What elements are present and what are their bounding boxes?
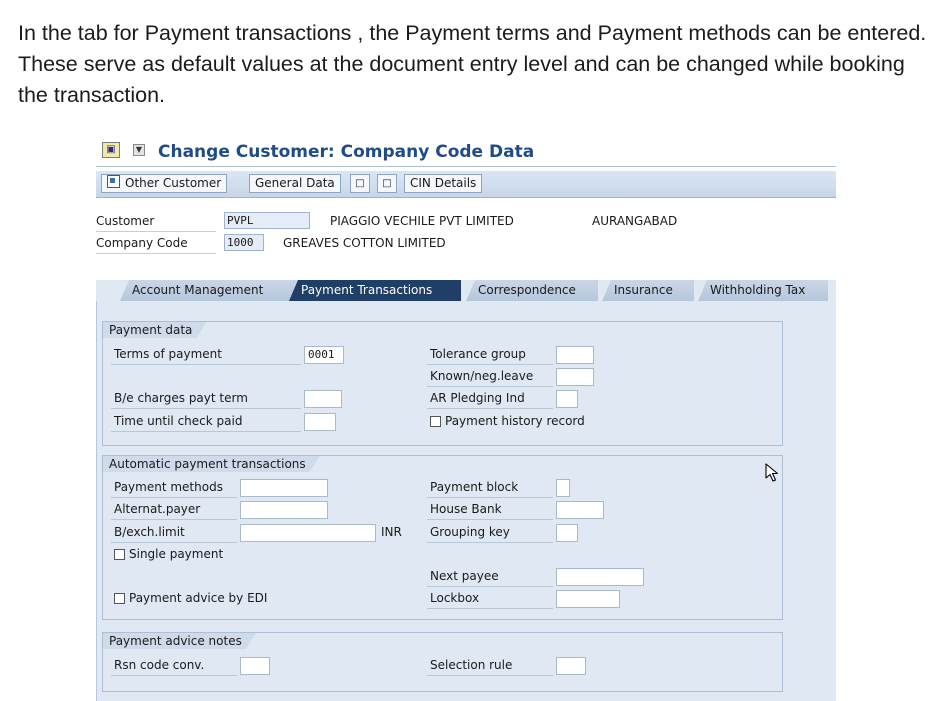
tab-content-payment-transactions: Payment data Terms of payment 0001 Toler… bbox=[96, 301, 836, 701]
company-name: GREAVES COTTON LIMITED bbox=[283, 236, 446, 250]
sap-window: ▣ ▼ Change Customer: Company Code Data O… bbox=[96, 138, 836, 701]
previous-record-icon[interactable]: □ bbox=[350, 174, 370, 193]
other-customer-label: Other Customer bbox=[125, 176, 222, 190]
known-neg-leave-label: Known/neg.leave bbox=[430, 369, 534, 383]
title-divider bbox=[96, 166, 836, 167]
next-payee-label: Next payee bbox=[430, 569, 499, 583]
field-underline bbox=[427, 386, 553, 387]
lockbox-label: Lockbox bbox=[430, 591, 480, 605]
field-underline bbox=[427, 542, 553, 543]
grouping-key-label: Grouping key bbox=[430, 525, 510, 539]
tab-correspondence[interactable]: Correspondence bbox=[466, 280, 598, 301]
menu-dropdown-icon[interactable]: ▼ bbox=[133, 144, 145, 156]
terms-of-payment-label: Terms of payment bbox=[114, 347, 222, 361]
payment-history-label: Payment history record bbox=[445, 414, 585, 428]
automatic-payment-title: Automatic payment transactions bbox=[103, 456, 320, 472]
company-code-field[interactable]: 1000 bbox=[224, 234, 264, 251]
alternat-payer-label: Alternat.payer bbox=[114, 502, 201, 516]
window-title: Change Customer: Company Code Data bbox=[158, 142, 535, 162]
house-bank-field[interactable] bbox=[556, 501, 604, 519]
payment-history-checkbox[interactable] bbox=[430, 416, 441, 427]
house-bank-label: House Bank bbox=[430, 502, 502, 516]
field-underline bbox=[427, 364, 553, 365]
ar-pledging-label: AR Pledging Ind bbox=[430, 391, 525, 405]
be-charges-label: B/e charges payt term bbox=[114, 391, 248, 405]
field-underline bbox=[111, 675, 237, 676]
field-underline bbox=[111, 519, 237, 520]
field-underline bbox=[427, 497, 553, 498]
rsn-code-field[interactable] bbox=[240, 657, 270, 675]
other-customer-button[interactable]: Other Customer bbox=[101, 174, 228, 193]
ar-pledging-field[interactable] bbox=[556, 390, 578, 408]
field-underline bbox=[427, 675, 553, 676]
payment-block-label: Payment block bbox=[430, 480, 519, 494]
payment-advice-edi-checkbox[interactable] bbox=[114, 593, 125, 604]
bexch-limit-field[interactable] bbox=[240, 524, 376, 542]
selection-rule-field[interactable] bbox=[556, 657, 586, 675]
field-underline bbox=[111, 364, 301, 365]
intro-paragraph: In the tab for Payment transactions , th… bbox=[18, 21, 927, 107]
field-underline bbox=[111, 497, 237, 498]
payment-block-field[interactable] bbox=[556, 479, 570, 497]
customer-name: PIAGGIO VECHILE PVT LIMITED bbox=[330, 214, 514, 228]
rsn-code-label: Rsn code conv. bbox=[114, 658, 205, 672]
bexch-limit-label: B/exch.limit bbox=[114, 525, 185, 539]
tab-withholding-tax[interactable]: Withholding Tax bbox=[698, 280, 828, 301]
application-toolbar: Other Customer General Data □ □ CIN Deta… bbox=[96, 171, 836, 198]
known-neg-leave-field[interactable] bbox=[556, 368, 594, 386]
switch-customer-icon bbox=[107, 175, 120, 188]
next-record-icon[interactable]: □ bbox=[377, 174, 397, 193]
company-code-label: Company Code bbox=[96, 236, 188, 250]
payment-advice-title: Payment advice notes bbox=[103, 633, 256, 649]
selection-rule-label: Selection rule bbox=[430, 658, 513, 672]
currency-label: INR bbox=[381, 525, 402, 539]
terms-of-payment-field[interactable]: 0001 bbox=[304, 346, 344, 364]
header-rule bbox=[96, 231, 216, 232]
field-underline bbox=[427, 608, 553, 609]
payment-advice-edi-label: Payment advice by EDI bbox=[129, 591, 268, 605]
field-underline bbox=[111, 408, 301, 409]
single-payment-checkbox[interactable] bbox=[114, 549, 125, 560]
field-underline bbox=[111, 542, 237, 543]
field-underline bbox=[427, 408, 553, 409]
glasses-icon[interactable]: ▣ bbox=[102, 142, 120, 158]
lockbox-field[interactable] bbox=[556, 590, 620, 608]
mouse-pointer-icon bbox=[765, 463, 779, 482]
payment-methods-field[interactable] bbox=[240, 479, 328, 497]
tab-insurance[interactable]: Insurance bbox=[602, 280, 694, 301]
customer-label: Customer bbox=[96, 214, 155, 228]
time-check-field[interactable] bbox=[304, 413, 336, 431]
tab-payment-transactions[interactable]: Payment Transactions bbox=[289, 280, 461, 301]
single-payment-label: Single payment bbox=[129, 547, 224, 561]
alternat-payer-field[interactable] bbox=[240, 501, 328, 519]
tab-account-management[interactable]: Account Management bbox=[120, 280, 298, 301]
field-underline bbox=[427, 519, 553, 520]
payment-methods-label: Payment methods bbox=[114, 480, 223, 494]
grouping-key-field[interactable] bbox=[556, 524, 578, 542]
payment-data-title: Payment data bbox=[103, 322, 206, 338]
field-underline bbox=[427, 586, 553, 587]
be-charges-field[interactable] bbox=[304, 390, 342, 408]
time-check-label: Time until check paid bbox=[114, 414, 243, 428]
tolerance-group-field[interactable] bbox=[556, 346, 594, 364]
cin-details-button[interactable]: CIN Details bbox=[404, 174, 483, 193]
general-data-button[interactable]: General Data bbox=[249, 174, 341, 193]
customer-city: AURANGABAD bbox=[592, 214, 678, 228]
customer-field[interactable]: PVPL bbox=[224, 212, 310, 229]
field-underline bbox=[111, 431, 301, 432]
next-payee-field[interactable] bbox=[556, 568, 644, 586]
tolerance-group-label: Tolerance group bbox=[430, 347, 526, 361]
title-bar: ▣ ▼ Change Customer: Company Code Data bbox=[96, 138, 836, 168]
header-rule bbox=[96, 253, 216, 254]
